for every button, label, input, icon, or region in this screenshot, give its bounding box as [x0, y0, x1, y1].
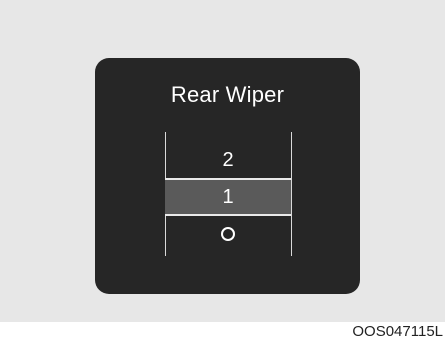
illustration-frame: Rear Wiper 2 1 [0, 0, 445, 322]
position-2-label: 2 [222, 149, 234, 171]
rear-wiper-display: Rear Wiper 2 1 [95, 58, 360, 294]
panel-title: Rear Wiper [170, 82, 285, 107]
circle-off-icon [221, 226, 235, 241]
position-off [165, 216, 291, 252]
position-1-selected: 1 [165, 178, 291, 216]
figure-code: OOS047115L [352, 323, 443, 340]
right-rail-line [291, 132, 292, 256]
